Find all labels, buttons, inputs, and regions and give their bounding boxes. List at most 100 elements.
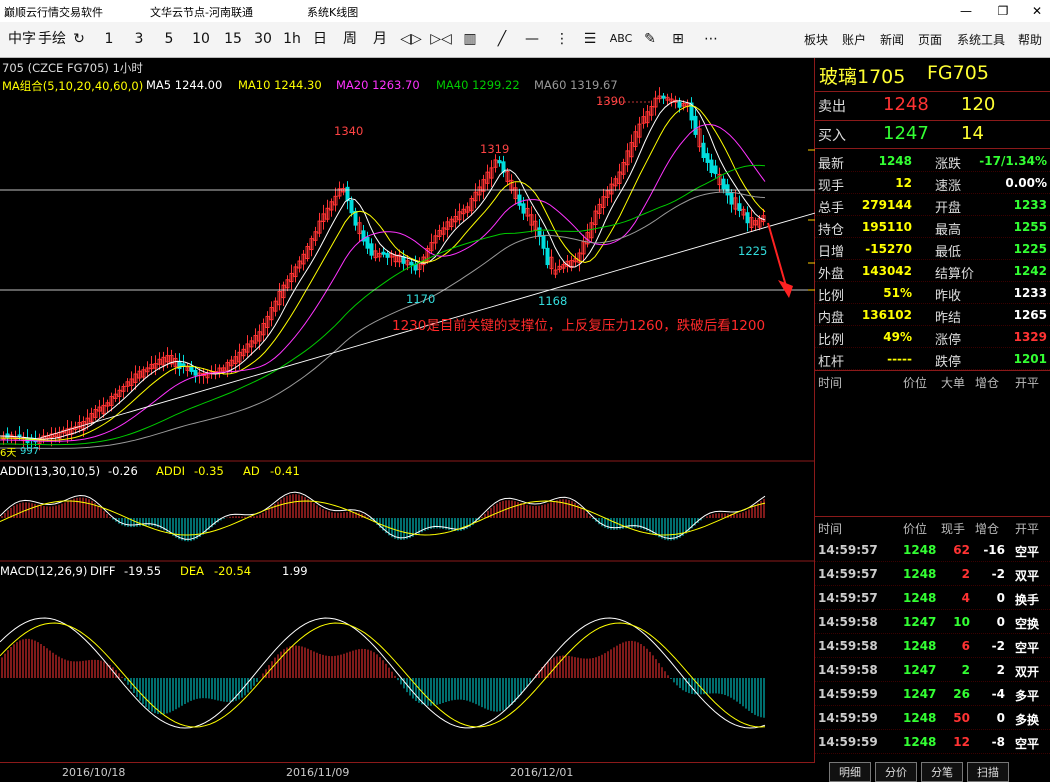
candle-body <box>345 186 350 202</box>
stat-label: 最低 <box>935 245 962 260</box>
tick-price: 1247 <box>903 687 937 701</box>
maximize-button[interactable]: ❐ <box>992 2 1014 20</box>
ma60-value: MA60 1319.67 <box>534 78 618 92</box>
tick-volume: 26 <box>953 687 970 701</box>
trendline-icon[interactable]: ╱ <box>490 31 514 47</box>
tick-type: 空换 <box>1015 617 1040 631</box>
stat-label: 比例 <box>818 289 845 304</box>
tick-row[interactable]: 14:59:57 1248 4 0 换手 <box>815 586 1050 610</box>
tick-row[interactable]: 14:59:58 1248 6 -2 空平 <box>815 634 1050 658</box>
stat-label: 比例 <box>818 333 845 348</box>
quote-panel: 玻璃1705 FG705 卖出 1248 120 买入 1247 14 最新 1… <box>815 58 1050 782</box>
candle-body <box>541 235 546 249</box>
tick-row[interactable]: 14:59:58 1247 2 2 双开 <box>815 658 1050 682</box>
server-node: 文华云节点-河南联通 <box>150 6 253 19</box>
tick-type: 空平 <box>1015 737 1040 751</box>
tab-tick-by-tick[interactable]: 分笔 <box>921 762 963 782</box>
grid-icon[interactable]: ⊞ <box>668 31 688 47</box>
tick-price: 1248 <box>903 567 937 581</box>
crosshair-tool-icon[interactable]: 中字 <box>8 31 36 47</box>
tick-price: 1247 <box>903 663 937 677</box>
layout-icon[interactable]: ▥ <box>458 31 482 47</box>
period-15m-button[interactable]: 15 <box>220 31 246 47</box>
zoom-out-icon[interactable]: ▷◁ <box>428 31 454 47</box>
tab-price-distribution[interactable]: 分价 <box>875 762 917 782</box>
tick-row[interactable]: 14:59:58 1247 10 0 空换 <box>815 610 1050 634</box>
stat-label: 内盘 <box>818 311 845 326</box>
stat-row: 杠杆 ----- 跌停 1201 <box>815 348 1050 370</box>
stat-label: 持仓 <box>818 223 845 238</box>
ma5-line <box>0 100 766 440</box>
minimize-button[interactable]: — <box>955 2 977 20</box>
sell-label: 卖出 <box>818 99 846 115</box>
refresh-icon[interactable]: ↻ <box>68 31 90 47</box>
tick-change: -2 <box>991 639 1005 653</box>
candle-body <box>193 369 198 376</box>
candle-body <box>745 212 750 224</box>
period-5m-button[interactable]: 5 <box>158 31 180 47</box>
ad-value: -0.41 <box>270 464 300 478</box>
tick-volume: 12 <box>953 735 970 749</box>
vline-icon[interactable]: ⋮ <box>550 31 574 47</box>
menu-account[interactable]: 账户 <box>842 31 866 48</box>
tick-type: 换手 <box>1015 593 1040 607</box>
tick-row[interactable]: 14:59:59 1248 50 0 多换 <box>815 706 1050 730</box>
period-30m-button[interactable]: 30 <box>250 31 276 47</box>
text-tool-icon[interactable]: ABC <box>606 31 636 47</box>
tick-price: 1248 <box>903 639 937 653</box>
candle-body <box>661 95 666 99</box>
period-month-button[interactable]: 月 <box>368 31 392 47</box>
tab-detail[interactable]: 明细 <box>829 762 871 782</box>
high-label-1319: 1319 <box>480 142 510 156</box>
draw-tool-icon[interactable]: 手绘 <box>38 31 66 47</box>
tick-row[interactable]: 14:59:59 1248 12 -8 空平 <box>815 730 1050 754</box>
channel-icon[interactable]: ☰ <box>578 31 602 47</box>
menu-system-tools[interactable]: 系统工具 <box>957 31 1005 48</box>
stat-label: 昨收 <box>935 289 962 304</box>
tick-change: 0 <box>996 591 1005 605</box>
tick-price: 1248 <box>903 543 937 557</box>
menu-page[interactable]: 页面 <box>918 31 942 48</box>
menu-sector[interactable]: 板块 <box>804 31 828 48</box>
period-1h-button[interactable]: 1h <box>280 31 304 47</box>
period-10m-button[interactable]: 10 <box>188 31 214 47</box>
period-day-button[interactable]: 日 <box>308 31 332 47</box>
zoom-in-icon[interactable]: ◁▷ <box>398 31 424 47</box>
stat-label: 涨跌 <box>935 157 962 172</box>
stat-row: 内盘 136102 昨结 1265 <box>815 304 1050 326</box>
tick-volume: 10 <box>953 615 970 629</box>
close-button[interactable]: ✕ <box>1026 2 1048 20</box>
kline-chart-area[interactable]: 705 (CZCE FG705) 1小时 MA组合(5,10,20,40,60,… <box>0 58 815 762</box>
eraser-icon[interactable]: ✎ <box>640 31 660 47</box>
candle-body <box>709 159 714 174</box>
stat-value: 143042 <box>861 264 912 278</box>
stat-value: 1265 <box>1013 308 1047 322</box>
period-3m-button[interactable]: 3 <box>128 31 150 47</box>
period-1m-button[interactable]: 1 <box>98 31 120 47</box>
stat-label: 速涨 <box>935 179 962 194</box>
tick-row[interactable]: 14:59:59 1247 26 -4 多平 <box>815 682 1050 706</box>
stat-label: 最高 <box>935 223 962 238</box>
view-title: 系统K线图 <box>307 6 359 19</box>
stat-row: 现手 12 速涨 0.00% <box>815 172 1050 194</box>
stat-value: 1248 <box>878 154 912 168</box>
menu-help[interactable]: 帮助 <box>1018 31 1042 48</box>
high-label-1340: 1340 <box>334 124 364 138</box>
tick-volume: 62 <box>953 543 970 557</box>
tick-row[interactable]: 14:59:57 1248 2 -2 双平 <box>815 562 1050 586</box>
hline-icon[interactable]: — <box>520 31 544 47</box>
stat-label: 涨停 <box>935 333 962 348</box>
more-icon[interactable]: ⋯ <box>698 31 724 47</box>
period-week-button[interactable]: 周 <box>338 31 362 47</box>
tick-price: 1248 <box>903 711 937 725</box>
tab-scan[interactable]: 扫描 <box>967 762 1009 782</box>
stat-label: 昨结 <box>935 311 962 326</box>
tick-row[interactable]: 14:59:57 1248 62 -16 空平 <box>815 538 1050 562</box>
tick-volume: 4 <box>961 591 970 605</box>
tick-volume: 2 <box>961 663 970 677</box>
stat-value: 1329 <box>1013 330 1047 344</box>
stat-value: 136102 <box>861 308 912 322</box>
candle-body <box>705 153 710 163</box>
candle-body <box>729 192 734 205</box>
menu-news[interactable]: 新闻 <box>880 31 904 48</box>
